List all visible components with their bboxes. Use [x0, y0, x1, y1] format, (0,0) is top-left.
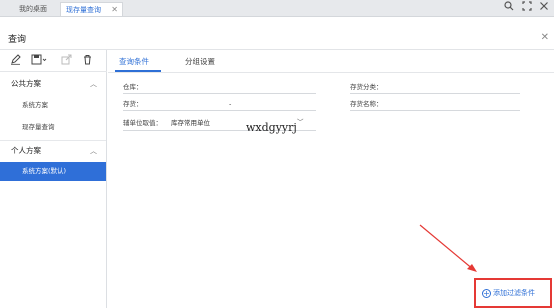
- name-label: 存货名称：: [350, 100, 383, 108]
- tab-inventory-query-label: 现存量查询: [66, 6, 101, 14]
- add-filter-label: 添加过滤条件: [493, 289, 535, 297]
- dialog-close-icon[interactable]: ✕: [541, 32, 549, 43]
- window-close-icon[interactable]: [537, 1, 551, 15]
- name-field[interactable]: [350, 110, 520, 111]
- scheme-pane: 公共方案 ︿ 系统方案 现存量查询 个人方案 ︿ 系统方案(默认): [0, 50, 107, 308]
- warehouse-field[interactable]: [123, 93, 316, 94]
- category-field[interactable]: [350, 93, 520, 94]
- inventory-label: 存货：: [123, 100, 143, 108]
- tab-inventory-query[interactable]: 现存量查询 ✕: [60, 2, 123, 16]
- scheme-item-system-default[interactable]: 系统方案(默认): [0, 162, 106, 181]
- tab-close-icon[interactable]: ✕: [111, 3, 118, 17]
- query-pane: 查询条件 分组设置 仓库： 存货： - 辅单位取值： 库存常用单位 ﹀ 存货分类…: [108, 50, 554, 308]
- tab-divider: [108, 72, 554, 73]
- plus-circle-icon: +: [482, 289, 491, 298]
- add-filter-highlight-box: + 添加过滤条件: [474, 278, 552, 308]
- group-divider: [0, 140, 106, 141]
- maximize-icon[interactable]: [520, 1, 534, 15]
- category-label: 存货分类：: [350, 83, 383, 91]
- inventory-field[interactable]: [123, 110, 316, 111]
- save-icon[interactable]: [30, 54, 48, 68]
- scheme-item-inventory-query[interactable]: 现存量查询: [0, 118, 106, 137]
- chevron-down-icon[interactable]: ﹀: [297, 117, 304, 127]
- add-filter-button[interactable]: + 添加过滤条件: [482, 288, 535, 299]
- scheme-item-system[interactable]: 系统方案: [0, 96, 106, 115]
- unit-label: 辅单位取值：: [123, 119, 162, 127]
- tab-group-settings[interactable]: 分组设置: [185, 55, 215, 69]
- chevron-up-icon[interactable]: ︿: [90, 142, 97, 160]
- dialog-title: 查询: [8, 35, 27, 45]
- handwritten-annotation: wxdgyyrj: [246, 121, 297, 134]
- export-icon[interactable]: [59, 54, 73, 68]
- unit-select-value[interactable]: 库存常用单位: [171, 118, 210, 128]
- inventory-range-dash: -: [229, 100, 232, 108]
- warehouse-label: 仓库：: [123, 83, 143, 91]
- delete-icon[interactable]: [80, 54, 94, 68]
- tab-query-conditions[interactable]: 查询条件: [119, 55, 149, 69]
- search-icon[interactable]: [502, 1, 516, 15]
- dialog-header: 查询 ✕: [0, 28, 554, 50]
- public-scheme-group-label: 公共方案: [11, 79, 41, 88]
- personal-scheme-group-label: 个人方案: [11, 146, 41, 155]
- chevron-up-icon[interactable]: ︿: [90, 75, 97, 93]
- edit-icon[interactable]: [8, 54, 22, 68]
- top-tab-bar: 我的桌面 现存量查询 ✕: [0, 0, 554, 17]
- personal-scheme-group[interactable]: 个人方案 ︿: [0, 142, 107, 160]
- tab-my-desktop[interactable]: 我的桌面: [14, 2, 52, 16]
- public-scheme-group[interactable]: 公共方案 ︿: [0, 75, 107, 93]
- scheme-toolbar: [0, 50, 107, 72]
